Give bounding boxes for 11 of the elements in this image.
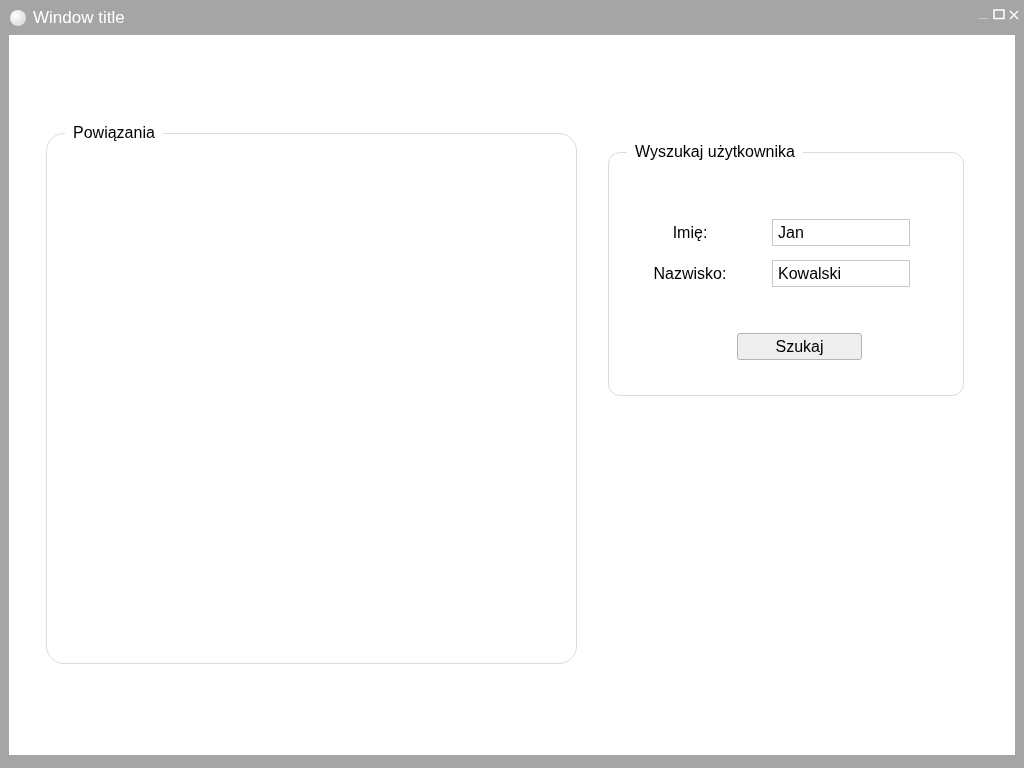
group-title: Powiązania: [72, 124, 156, 142]
window-title: Window title: [33, 7, 126, 28]
field-label: Imię:: [671, 223, 709, 242]
input-field[interactable]: Jan: [772, 219, 910, 246]
input-field[interactable]: Kowalski: [772, 260, 910, 287]
maximize-icon[interactable]: [993, 9, 1005, 20]
search-button[interactable]: Szukaj: [737, 333, 862, 360]
app-icon: [10, 9, 26, 26]
close-icon[interactable]: [1009, 9, 1019, 20]
field-label: Nazwisko:: [652, 264, 728, 283]
group-title: Wyszukaj użytkownika: [634, 143, 796, 161]
